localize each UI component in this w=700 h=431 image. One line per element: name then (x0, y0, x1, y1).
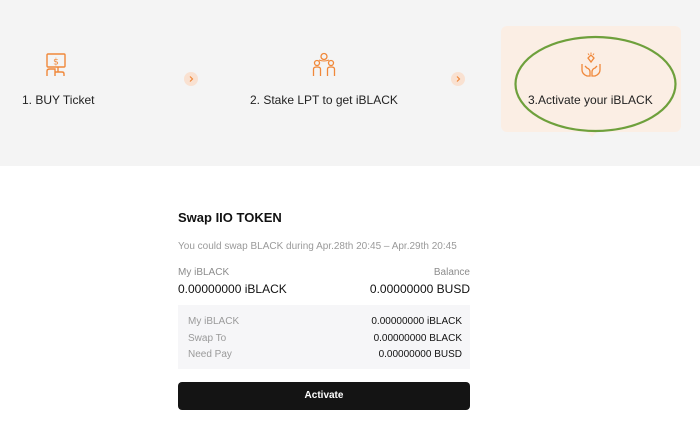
my-iblack-label: My iBLACK (178, 267, 230, 278)
detail-row-need-pay: Need Pay 0.00000000 BUSD (188, 349, 462, 363)
step-label: 2. Stake LPT to get iBLACK (250, 93, 398, 107)
detail-value: 0.00000000 iBLACK (371, 316, 462, 327)
detail-label: Need Pay (188, 349, 232, 360)
my-iblack-value: 0.00000000 iBLACK (178, 282, 287, 296)
detail-label: My iBLACK (188, 316, 240, 327)
svg-text:$: $ (53, 58, 59, 68)
chevron-right-icon (451, 72, 465, 86)
gem-hands-icon (581, 52, 601, 77)
step-label: 3.Activate your iBLACK (528, 93, 653, 107)
detail-label: Swap To (188, 333, 227, 344)
detail-row-my-iblack: My iBLACK 0.00000000 iBLACK (188, 316, 462, 330)
detail-row-swap-to: Swap To 0.00000000 BLACK (188, 333, 462, 347)
card-title: Swap IIO TOKEN (178, 210, 282, 225)
balance-label: Balance (433, 267, 470, 278)
detail-value: 0.00000000 BLACK (373, 333, 462, 344)
balance-value: 0.00000000 BUSD (369, 282, 470, 296)
chevron-right-icon (184, 72, 198, 86)
ticket-hand-icon: $ (46, 53, 66, 76)
activate-button[interactable]: Activate (178, 382, 470, 410)
swap-period-note: You could swap BLACK during Apr.28th 20:… (178, 241, 457, 252)
swap-note-prefix: You could swap BLACK during (178, 241, 314, 252)
swap-details-box: My iBLACK 0.00000000 iBLACK Swap To 0.00… (178, 305, 470, 369)
detail-value: 0.00000000 BUSD (378, 349, 462, 360)
step-stake-lpt[interactable]: 2. Stake LPT to get iBLACK (230, 26, 450, 132)
step-activate-iblack[interactable]: 3.Activate your iBLACK (501, 26, 681, 137)
swap-note-period: Apr.28th 20:45 – Apr.29th 20:45 (316, 241, 457, 252)
staking-people-icon (312, 52, 336, 76)
step-buy-ticket[interactable]: $ 1. BUY Ticket (0, 26, 180, 132)
step-label: 1. BUY Ticket (22, 93, 95, 107)
steps-band: $ 1. BUY Ticket 2. Stake LPT to get iBLA… (0, 0, 700, 166)
